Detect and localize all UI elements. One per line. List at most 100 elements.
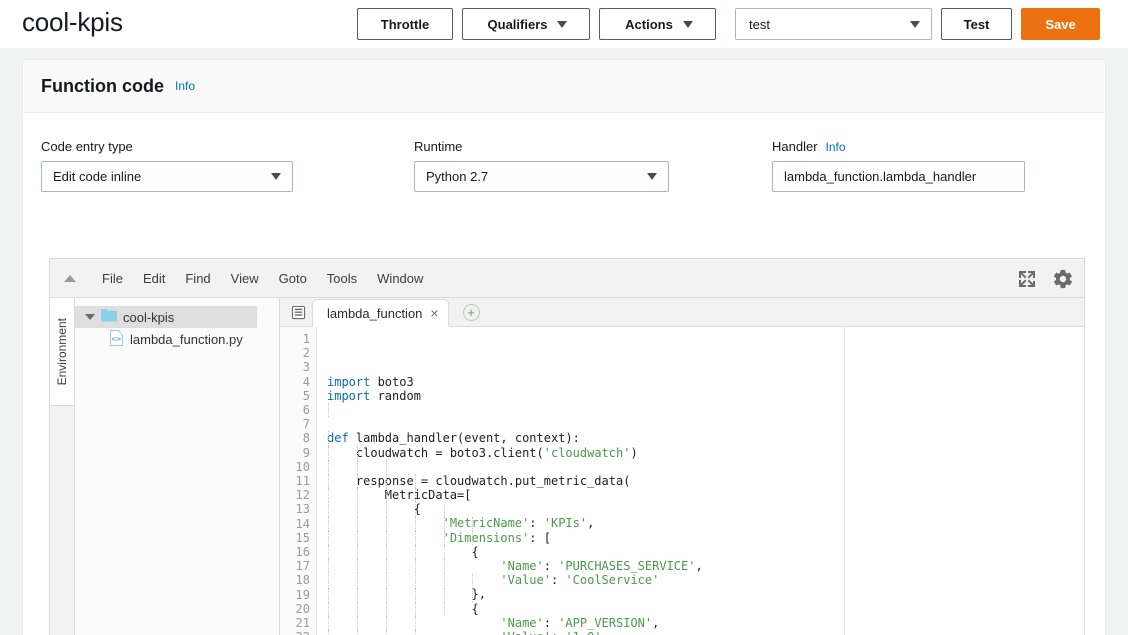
- top-bar: cool-kpis Throttle Qualifiers Actions te…: [0, 0, 1128, 48]
- environment-rail: Environment: [50, 298, 75, 635]
- editor-tabbar: lambda_function × +: [280, 298, 1084, 327]
- panel-info-link[interactable]: Info: [175, 79, 195, 93]
- line-number: 22: [280, 630, 316, 635]
- line-number: 2: [302, 346, 310, 361]
- line-number: 21: [295, 616, 310, 631]
- chevron-down-icon: [85, 314, 95, 320]
- line-number: 3: [302, 360, 310, 375]
- line-number: 8: [302, 431, 310, 446]
- line-number: 6: [302, 403, 310, 418]
- code-line: 'Name': 'PURCHASES_SERVICE',: [500, 559, 703, 574]
- editor-menubar: File Edit Find View Goto Tools Window: [50, 259, 1084, 298]
- handler-info-link[interactable]: Info: [826, 140, 846, 154]
- code-entry-type-field: Code entry type Edit code inline: [41, 139, 414, 192]
- file-tree-item-lambda-function[interactable]: <> lambda_function.py: [75, 328, 279, 350]
- line-number: 16: [295, 545, 310, 560]
- line-number: 20: [295, 601, 310, 616]
- form-fields: Code entry type Edit code inline Runtime…: [23, 113, 1105, 192]
- editor-menu-edit[interactable]: Edit: [133, 259, 175, 298]
- close-icon[interactable]: ×: [430, 306, 438, 320]
- throttle-button[interactable]: Throttle: [357, 8, 453, 40]
- qualifiers-dropdown-label: Qualifiers: [487, 16, 548, 32]
- code-line: {: [327, 544, 479, 559]
- fullscreen-icon[interactable]: [1018, 270, 1036, 288]
- svg-text:<>: <>: [111, 334, 121, 343]
- line-number: 12: [295, 488, 310, 503]
- editor-menu-find[interactable]: Find: [175, 259, 220, 298]
- page-title: cool-kpis: [22, 7, 123, 37]
- chevron-down-icon: [910, 20, 920, 28]
- editor-body: Environment cool-kpis <> lambda_function…: [50, 298, 1084, 635]
- collapse-caret-icon[interactable]: [64, 274, 76, 282]
- throttle-button-label: Throttle: [380, 16, 430, 32]
- file-tree-folder-root[interactable]: cool-kpis: [75, 306, 257, 328]
- editor-file-tab[interactable]: lambda_function ×: [312, 299, 449, 327]
- chevron-down-icon: [647, 173, 657, 180]
- handler-label-text: Handler: [772, 139, 818, 154]
- editor-menu-window[interactable]: Window: [367, 259, 433, 298]
- code-file-icon: <>: [109, 329, 124, 349]
- file-tree-folder-label: cool-kpis: [123, 309, 175, 325]
- line-number: 11: [295, 474, 310, 489]
- code-entry-type-label: Code entry type: [41, 139, 414, 154]
- panel-title: Function code: [41, 75, 164, 96]
- runtime-select[interactable]: Python 2.7: [414, 161, 669, 192]
- code-content[interactable]: import boto3 import random def lambda_han…: [317, 327, 1084, 635]
- line-number: 1: [302, 332, 310, 346]
- code-line: MetricData=[: [327, 488, 472, 503]
- test-event-select-value: test: [749, 16, 770, 32]
- runtime-value: Python 2.7: [426, 169, 489, 184]
- code-line: import boto3: [327, 374, 414, 389]
- code-line: 'Value': '1.0': [327, 630, 1084, 635]
- line-number: 7: [302, 417, 310, 432]
- add-tab-icon[interactable]: +: [462, 304, 480, 321]
- save-button-label: Save: [1045, 16, 1076, 32]
- test-event-select[interactable]: test: [735, 8, 932, 40]
- line-number: 13: [295, 502, 310, 517]
- code-area: lambda_function × + 1 2 3 4 5 6 7 8 9 10 11 12 13 14 1…: [280, 298, 1084, 635]
- line-number: 4: [302, 374, 310, 389]
- line-number: 14: [295, 516, 310, 531]
- line-number: 17: [295, 559, 310, 574]
- page-body: Function code Info Code entry type Edit …: [0, 48, 1128, 635]
- code-line: {: [327, 601, 479, 616]
- code-line: {: [327, 502, 421, 517]
- code-entry-type-select[interactable]: Edit code inline: [41, 161, 293, 192]
- folder-icon: [101, 309, 117, 325]
- code-entry-type-value: Edit code inline: [53, 169, 142, 184]
- save-button[interactable]: Save: [1021, 8, 1100, 40]
- gear-icon[interactable]: [1052, 268, 1074, 290]
- chevron-down-icon: [271, 173, 281, 180]
- actions-dropdown[interactable]: Actions: [599, 8, 716, 40]
- runtime-field: Runtime Python 2.7: [414, 139, 772, 192]
- test-button[interactable]: Test: [941, 8, 1012, 40]
- line-number: 15: [295, 530, 310, 545]
- line-number: 5: [302, 388, 310, 403]
- code-scroll-region[interactable]: 123456789101112131415161718192021222324 …: [280, 327, 1084, 635]
- chevron-down-icon: [557, 20, 568, 28]
- environment-tab[interactable]: Environment: [50, 298, 75, 406]
- editor-menu-file[interactable]: File: [92, 259, 133, 298]
- editor-menubar-right: [1018, 259, 1074, 298]
- line-number: 18: [295, 573, 310, 588]
- line-number: 10: [295, 459, 310, 474]
- editor-menu-tools[interactable]: Tools: [317, 259, 367, 298]
- code-line: 'Value': 'CoolService': [500, 573, 660, 588]
- tab-list-icon[interactable]: [284, 298, 312, 326]
- panel-header: Function code Info: [23, 60, 1105, 113]
- handler-input-value: lambda_function.lambda_handler: [784, 169, 977, 184]
- editor-menu-view[interactable]: View: [221, 259, 269, 298]
- code-line: 'Name': 'APP_VERSION',: [500, 615, 660, 630]
- file-tree-item-label: lambda_function.py: [130, 331, 243, 347]
- qualifiers-dropdown[interactable]: Qualifiers: [462, 8, 590, 40]
- runtime-label-text: Runtime: [414, 139, 463, 154]
- handler-label: Handler Info: [772, 139, 1032, 154]
- code-line: cloudwatch = boto3.client('cloudwatch'): [327, 445, 638, 460]
- handler-input[interactable]: lambda_function.lambda_handler: [772, 161, 1025, 192]
- line-number: 9: [302, 445, 310, 460]
- chevron-down-icon: [682, 20, 693, 28]
- test-button-label: Test: [963, 16, 990, 32]
- editor-menu-goto[interactable]: Goto: [269, 259, 317, 298]
